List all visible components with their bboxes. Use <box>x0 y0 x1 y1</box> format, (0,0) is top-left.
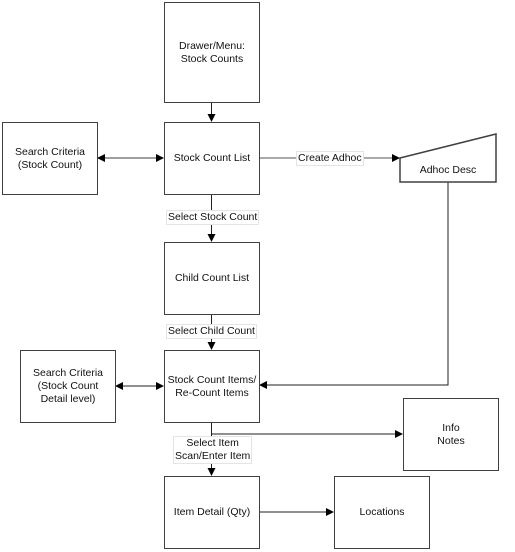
edge-label-create-adhoc: Create Adhoc <box>296 151 364 166</box>
node-stock-count-items[interactable]: Stock Count Items/ Re-Count Items <box>164 350 260 423</box>
node-stock-count-list[interactable]: Stock Count List <box>164 122 260 195</box>
node-item-detail[interactable]: Item Detail (Qty) <box>164 476 260 549</box>
edge-label-select-child-count: Select Child Count <box>166 324 257 339</box>
node-adhoc-desc-label: Adhoc Desc <box>419 164 477 176</box>
edge-adhoc-to-items <box>259 182 449 389</box>
node-locations[interactable]: Locations <box>334 476 430 549</box>
edge-items-to-notes <box>211 422 403 438</box>
edge-label-select-stock-count: Select Stock Count <box>166 210 260 225</box>
node-drawer-menu[interactable]: Drawer/Menu: Stock Counts <box>164 2 260 103</box>
node-search-criteria-stock-count[interactable]: Search Criteria (Stock Count) <box>2 122 98 195</box>
node-child-count-list[interactable]: Child Count List <box>164 242 260 315</box>
edge-label-select-item: Select Item Scan/Enter Item <box>173 436 253 464</box>
node-search-criteria-detail[interactable]: Search Criteria (Stock Count Detail leve… <box>20 350 116 423</box>
node-info-notes[interactable]: Info Notes <box>403 398 499 471</box>
